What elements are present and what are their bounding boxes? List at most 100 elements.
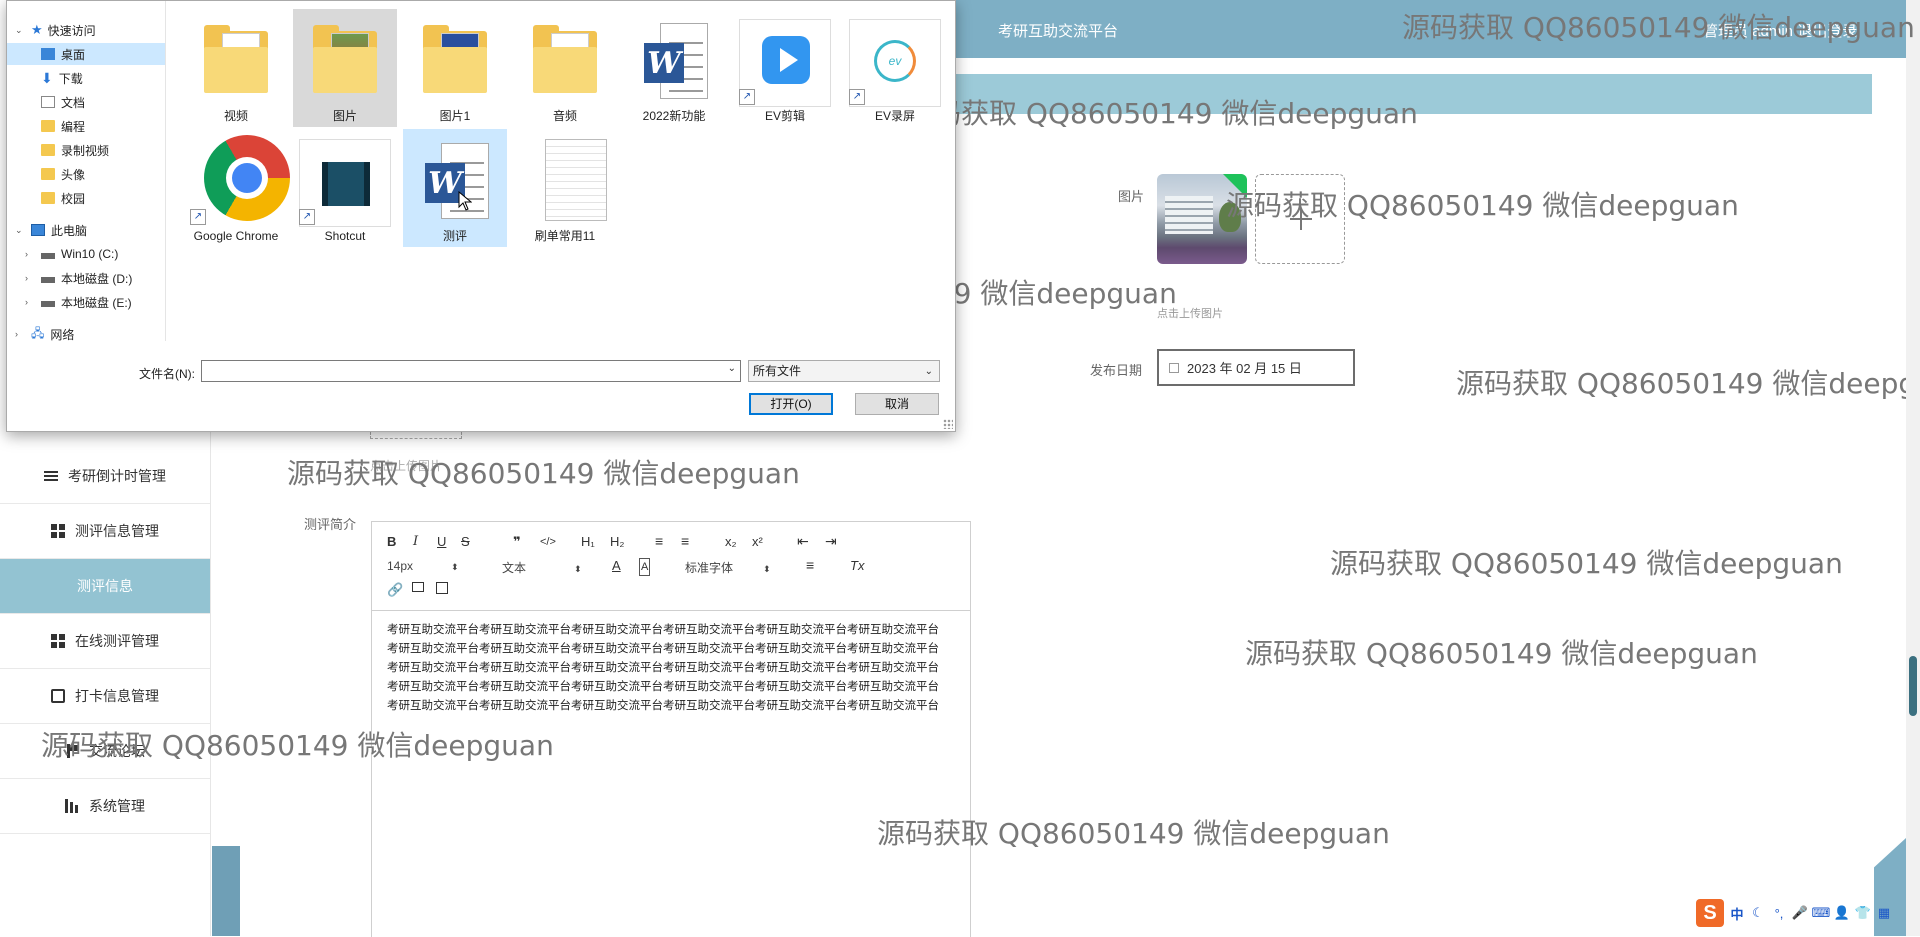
- background-color-icon[interactable]: A: [639, 558, 651, 576]
- clear-format-button[interactable]: Tx: [850, 558, 864, 574]
- nav-folder-campus[interactable]: 校园: [7, 187, 165, 209]
- sidebar-item-label: 系统管理: [89, 798, 145, 814]
- watermark: 源码获取 QQ86050149 微信deepguan: [1245, 637, 1758, 670]
- watermark: 源码获取 QQ86050149 微信deepguan: [1330, 547, 1843, 580]
- resize-grip-icon[interactable]: [943, 419, 953, 429]
- file-item[interactable]: 图片: [293, 9, 397, 127]
- scrollbar-thumb[interactable]: [1909, 656, 1917, 716]
- sidebar-item-countdown[interactable]: 考研倒计时管理: [0, 449, 210, 504]
- moon-icon[interactable]: ☾: [1750, 905, 1766, 921]
- nav-network[interactable]: 🖧 网络: [7, 323, 165, 342]
- nav-desktop[interactable]: 桌面📌: [7, 43, 165, 65]
- cancel-button[interactable]: 取消: [855, 393, 939, 415]
- file-item[interactable]: 刷单常用11: [513, 129, 617, 247]
- download-icon: ⬇: [41, 69, 53, 86]
- block-type-select[interactable]: 文本 ⬍: [502, 559, 582, 576]
- nav-drive-d[interactable]: 本地磁盘 (D:): [7, 267, 165, 289]
- nav-folder-avatar[interactable]: 头像: [7, 163, 165, 185]
- editor-content[interactable]: 考研互助交流平台考研互助交流平台考研互助交流平台考研互助交流平台考研互助交流平台…: [387, 621, 947, 716]
- code-button[interactable]: </>: [540, 534, 556, 550]
- file-name: Shotcut: [324, 229, 366, 243]
- chevron-updown-icon: ⬍: [451, 562, 459, 572]
- indent-icon[interactable]: ⇥: [825, 533, 837, 549]
- image-label: 图片: [1118, 189, 1145, 204]
- file-item[interactable]: ev ↗ EV录屏: [843, 9, 947, 127]
- bold-button[interactable]: B: [387, 534, 396, 550]
- filename-input[interactable]: ⌄: [201, 360, 741, 382]
- sidebar-item-system[interactable]: 系统管理: [0, 779, 210, 834]
- ime-toolbar[interactable]: S 中 ☾ °, 🎤 ⌨ 👤 👕 ▦: [1692, 896, 1920, 930]
- file-item[interactable]: W 2022新功能: [622, 9, 726, 127]
- nav-folder-programming[interactable]: 编程: [7, 115, 165, 137]
- word-document-icon: W: [644, 23, 708, 99]
- file-name: Google Chrome: [193, 229, 279, 243]
- computer-icon: [31, 224, 45, 236]
- chevron-down-icon[interactable]: ⌄: [728, 363, 736, 374]
- drive-icon: [41, 277, 55, 283]
- link-icon[interactable]: 🔗: [387, 582, 403, 598]
- folder-icon: [313, 23, 377, 93]
- superscript-button[interactable]: x²: [752, 534, 763, 550]
- page-scrollbar[interactable]: [1906, 0, 1920, 936]
- nav-folder-recordings[interactable]: 录制视频: [7, 139, 165, 161]
- italic-button[interactable]: I: [413, 534, 418, 550]
- sidebar-item-online-test[interactable]: 在线测评管理: [0, 614, 210, 669]
- nav-label: 校园: [61, 191, 86, 206]
- ime-mode-indicator[interactable]: 中: [1729, 905, 1745, 922]
- outdent-icon[interactable]: ⇤: [797, 533, 809, 549]
- watermark: 源码获取 QQ86050149 微信deepguan: [1226, 189, 1739, 222]
- folder-icon: [41, 144, 55, 156]
- publish-date-input[interactable]: 2023 年 02 月 15 日: [1157, 349, 1355, 386]
- file-item[interactable]: 图片1: [403, 9, 507, 127]
- punctuation-icon[interactable]: °,: [1771, 905, 1787, 921]
- font-color-icon[interactable]: A: [612, 558, 621, 574]
- underline-button[interactable]: U: [437, 534, 446, 550]
- nav-label: 编程: [61, 119, 86, 134]
- file-item[interactable]: ↗ EV剪辑: [733, 9, 837, 127]
- file-item[interactable]: ↗ Shotcut: [293, 129, 397, 247]
- calendar-icon: [1169, 362, 1179, 373]
- nav-documents[interactable]: 文档📌: [7, 91, 165, 113]
- quote-button[interactable]: ❞: [513, 534, 521, 550]
- sogou-logo-icon[interactable]: S: [1696, 899, 1724, 927]
- file-item-selected[interactable]: W 测评: [403, 129, 507, 247]
- h1-button[interactable]: H₁: [581, 534, 595, 550]
- nav-downloads[interactable]: ⬇下载📌: [7, 67, 165, 89]
- strike-button[interactable]: S: [461, 534, 470, 550]
- microphone-icon[interactable]: 🎤: [1792, 905, 1808, 921]
- sidebar-item-label: 打卡信息管理: [75, 688, 159, 704]
- sidebar-item-checkin[interactable]: 打卡信息管理: [0, 669, 210, 724]
- user-icon[interactable]: 👤: [1834, 905, 1850, 921]
- shortcut-arrow-icon: ↗: [849, 89, 865, 105]
- h2-button[interactable]: H₂: [610, 534, 624, 550]
- file-item[interactable]: ↗ Google Chrome: [184, 129, 290, 261]
- folder-icon: [41, 168, 55, 180]
- font-family-select[interactable]: 标准字体 ⬍: [685, 559, 771, 576]
- image-insert-icon[interactable]: [412, 582, 424, 592]
- video-insert-icon[interactable]: [436, 582, 448, 594]
- list-icon: [44, 469, 58, 483]
- nav-this-pc[interactable]: 此电脑: [7, 219, 165, 241]
- mouse-cursor-icon: [458, 190, 473, 216]
- bullet-list-icon[interactable]: ≡: [681, 533, 689, 549]
- sidebar-item-evaluation-mgmt[interactable]: 测评信息管理: [0, 504, 210, 559]
- nav-drive-c[interactable]: Win10 (C:): [7, 243, 165, 265]
- keyboard-icon[interactable]: ⌨: [1812, 905, 1831, 921]
- nav-label: Win10 (C:): [61, 247, 119, 261]
- subscript-button[interactable]: x₂: [725, 534, 737, 550]
- grid-menu-icon[interactable]: ▦: [1876, 905, 1892, 921]
- sidebar-item-evaluation-info[interactable]: 测评信息: [0, 559, 210, 614]
- nav-quick-access[interactable]: ★ 快速访问: [7, 19, 165, 41]
- file-item[interactable]: 视频: [184, 9, 288, 127]
- nav-label: 本地磁盘 (E:): [61, 295, 132, 310]
- ordered-list-icon[interactable]: ≡: [655, 533, 663, 549]
- nav-drive-e[interactable]: 本地磁盘 (E:): [7, 291, 165, 313]
- nav-label: 头像: [61, 167, 86, 182]
- align-icon[interactable]: ≡: [806, 557, 814, 573]
- font-size-select[interactable]: 14px ⬍: [387, 559, 459, 573]
- shirt-icon[interactable]: 👕: [1855, 905, 1871, 921]
- open-button[interactable]: 打开(O): [749, 393, 833, 415]
- file-name: 视频: [223, 109, 248, 123]
- filetype-select[interactable]: 所有文件 ⌄: [748, 360, 940, 382]
- file-item[interactable]: 音频: [513, 9, 617, 127]
